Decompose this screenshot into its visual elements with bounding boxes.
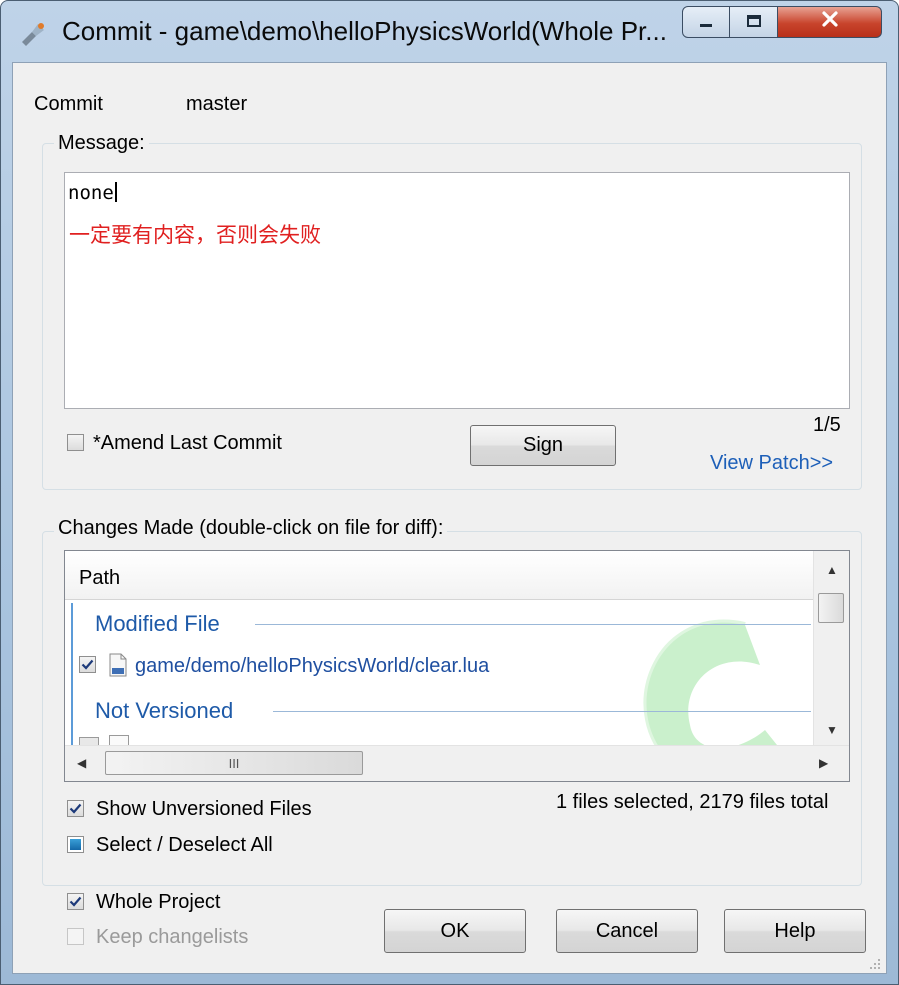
group-divider xyxy=(273,711,811,712)
message-line-2: 一定要有内容，否则会失败 xyxy=(69,224,321,247)
lua-file-icon xyxy=(107,653,129,683)
group-divider xyxy=(255,624,811,625)
sign-button[interactable]: Sign xyxy=(470,425,616,466)
vertical-scrollbar[interactable]: ▲ ▼ xyxy=(813,551,849,745)
minimize-icon xyxy=(698,11,714,34)
minimize-button[interactable] xyxy=(682,6,730,38)
keep-changelists-checkbox[interactable] xyxy=(67,928,84,945)
window-title: Commit - game\demo\helloPhysicsWorld(Who… xyxy=(62,16,667,46)
help-button[interactable]: Help xyxy=(724,909,866,953)
horizontal-scroll-thumb[interactable]: III xyxy=(105,751,363,775)
amend-checkbox[interactable] xyxy=(67,434,84,451)
keep-changelists-label: Keep changelists xyxy=(96,926,249,948)
group-header-modified: Modified File xyxy=(95,611,228,637)
select-all-label: Select / Deselect All xyxy=(96,834,273,856)
maximize-button[interactable] xyxy=(730,6,778,38)
message-line-counter: 1/5 xyxy=(813,414,841,436)
select-all-checkbox[interactable] xyxy=(67,836,84,853)
title-bar[interactable]: Commit - game\demo\helloPhysicsWorld(Who… xyxy=(0,0,899,62)
whole-project-label: Whole Project xyxy=(96,891,221,913)
message-caption: Message: xyxy=(54,132,149,155)
file-path[interactable]: game/demo/helloPhysicsWorld/clear.lua xyxy=(135,655,489,678)
scroll-up-icon[interactable]: ▲ xyxy=(826,563,838,577)
vertical-scroll-thumb[interactable] xyxy=(818,593,844,623)
close-icon xyxy=(820,10,840,34)
changes-caption: Changes Made (double-click on file for d… xyxy=(54,517,448,540)
commit-label: Commit xyxy=(34,93,103,115)
message-editor[interactable]: none 一定要有内容，否则会失败 xyxy=(64,172,850,409)
horizontal-scrollbar[interactable]: ◀ III ▶ xyxy=(65,745,849,781)
cancel-button[interactable]: Cancel xyxy=(556,909,698,953)
amend-label: *Amend Last Commit xyxy=(93,432,282,454)
whole-project-checkbox[interactable] xyxy=(67,893,84,910)
show-unversioned-checkbox[interactable] xyxy=(67,800,84,817)
branch-name: master xyxy=(186,93,248,115)
resize-grip-icon[interactable] xyxy=(868,954,882,977)
message-line-1: none xyxy=(68,182,117,204)
ok-button[interactable]: OK xyxy=(384,909,526,953)
text-cursor xyxy=(114,182,117,202)
show-unversioned-label: Show Unversioned Files xyxy=(96,798,312,820)
scroll-right-icon[interactable]: ▶ xyxy=(819,756,828,770)
scroll-left-icon[interactable]: ◀ xyxy=(77,756,86,770)
selection-status: 1 files selected, 2179 files total xyxy=(556,791,829,813)
column-header-path[interactable]: Path xyxy=(79,567,120,590)
scroll-down-icon[interactable]: ▼ xyxy=(826,723,838,737)
file-checkbox[interactable] xyxy=(79,656,96,673)
changes-list[interactable]: Path Modified File game/demo/helloPhysic… xyxy=(64,550,850,782)
view-patch-link[interactable]: View Patch>> xyxy=(710,452,833,475)
file-row[interactable]: game/demo/helloPhysicsWorld/clear.lua xyxy=(77,651,807,683)
tortoisegit-commit-icon xyxy=(18,20,48,48)
column-header-row: Path xyxy=(65,551,813,600)
maximize-icon xyxy=(746,11,762,34)
group-header-not-versioned: Not Versioned xyxy=(95,698,242,724)
close-button[interactable] xyxy=(778,6,882,38)
